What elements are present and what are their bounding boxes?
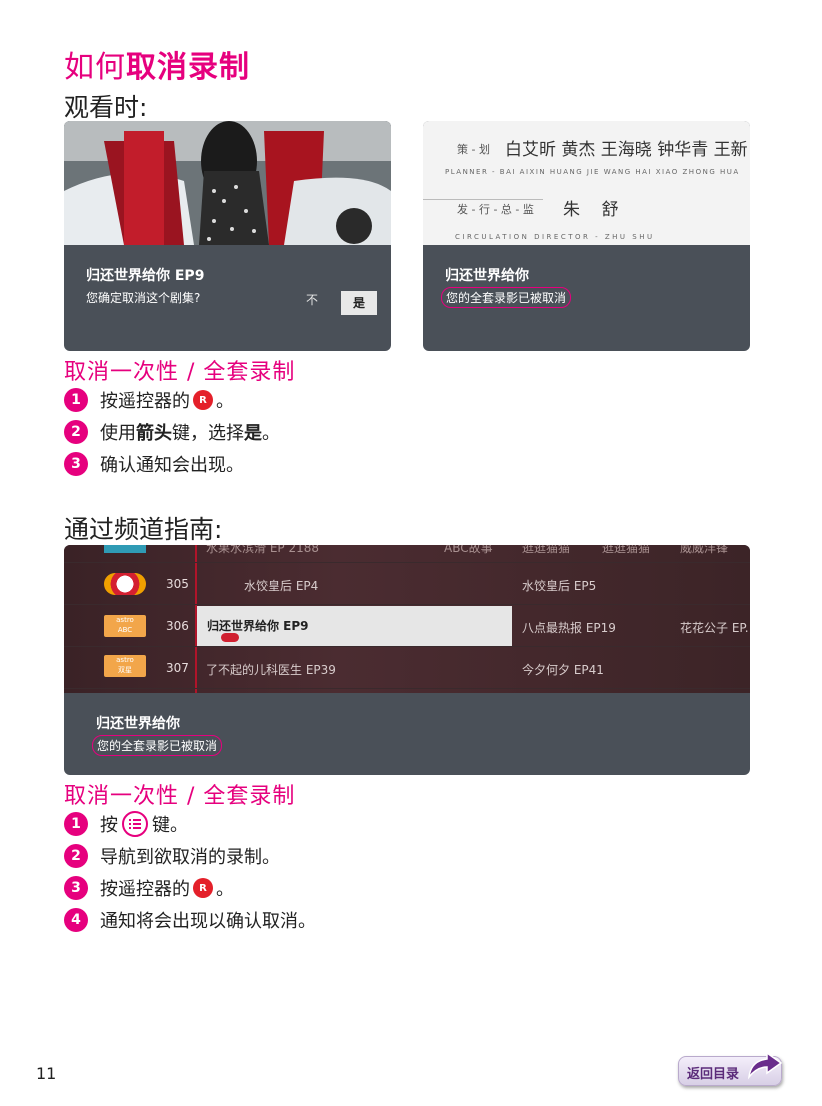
step-text-end: 。 [216, 879, 234, 900]
step-text-bold: 是 [244, 423, 262, 444]
program[interactable]: 水饺皇后 EP5 [522, 577, 596, 594]
guide-row[interactable]: astro ABC 306 归还世界给你 EP9 八点最热报 EP19 花花公子… [64, 605, 750, 647]
program[interactable]: 八点最热报 EP19 [522, 619, 616, 636]
channel-number: 307 [166, 661, 189, 675]
video-frame-image [64, 121, 391, 245]
section1-subheading: 取消一次性 / 全套录制 [64, 360, 296, 385]
step-text-bold: 箭头 [136, 423, 172, 444]
guide-row[interactable]: astro 双星 307 了不起的儿科医生 EP39 今夕何夕 EP41 [64, 647, 750, 689]
screenshot-cancel-confirmation: 策 - 划 白艾昕 黄杰 王海晓 钟华青 王新 PLANNER - BAI AI… [423, 121, 750, 351]
program: 水果水滨滑 EP 2188 [206, 545, 319, 555]
step-text: 按遥控器的 [100, 391, 190, 412]
selected-program-title: 归还世界给你 EP9 [207, 619, 309, 633]
astro-abc-logo: astro ABC [104, 615, 146, 637]
back-to-contents-button[interactable]: 返回目录 [678, 1051, 783, 1086]
section2-heading: 通过频道指南: [64, 515, 223, 544]
step-text: 按 [100, 815, 118, 836]
page-number: 11 [36, 1064, 57, 1083]
astro-shuangxing-logo: astro 双星 [104, 655, 146, 677]
guide-row-partial: 水果水滨滑 EP 2188 ABC故事 逛逛猫猫 逛逛猫猫 威威洋锋 [64, 545, 750, 563]
logo-bottom: ABC [117, 626, 133, 634]
program: 威威洋锋 [680, 545, 729, 555]
step-number: 4 [64, 908, 88, 932]
cancel-notification: 您的全套录影已被取消 [92, 735, 223, 756]
logo-bottom: 双星 [118, 666, 132, 674]
guide-row[interactable]: 305 水饺皇后 EP4 水饺皇后 EP5 [64, 563, 750, 605]
step-2: 2 使用 箭头 键，选择是。 [64, 416, 280, 448]
step-number: 1 [64, 812, 88, 836]
credit1-names: 白艾昕 黄杰 王海晓 钟华青 王新 [505, 140, 748, 160]
credit2-roman: CIRCULATION DIRECTOR - ZHU SHU [455, 233, 655, 241]
show-title: 归还世界给你 EP9 [86, 268, 205, 284]
credits-frame: 策 - 划 白艾昕 黄杰 王海晓 钟华青 王新 PLANNER - BAI AI… [423, 121, 750, 245]
logo-top: astro [116, 656, 134, 664]
credit1-label: 策 - 划 [457, 143, 490, 156]
yes-button[interactable]: 是 [341, 291, 377, 315]
show-title: 归还世界给你 [96, 716, 180, 732]
step-1: 1 按 键。 [64, 808, 316, 840]
step-1: 1 按遥控器的 R 。 [64, 384, 280, 416]
no-button[interactable]: 不 [300, 291, 324, 308]
title-bold: 取消录制 [126, 50, 250, 85]
program: 逛逛猫猫 [522, 545, 571, 555]
screenshot-cancel-dialog: 归还世界给你 EP9 您确定取消这个剧集? 不 是 [64, 121, 391, 351]
record-badge-icon [221, 633, 239, 642]
step-text: 按遥控器的 [100, 879, 190, 900]
program[interactable]: 花花公子 EP. [680, 619, 749, 636]
program: ABC故事 [444, 545, 493, 555]
program: 逛逛猫猫 [602, 545, 651, 555]
guide-grid: 水果水滨滑 EP 2188 ABC故事 逛逛猫猫 逛逛猫猫 威威洋锋 305 水… [64, 545, 750, 693]
step-3: 3 按遥控器的 R 。 [64, 872, 316, 904]
cancel-question: 您确定取消这个剧集? [86, 291, 201, 305]
step-number: 2 [64, 844, 88, 868]
program[interactable]: 了不起的儿科医生 EP39 [206, 661, 336, 678]
section1-heading: 观看时: [64, 93, 148, 122]
record-button-icon: R [193, 390, 213, 410]
screenshot-channel-guide: 水果水滨滑 EP 2188 ABC故事 逛逛猫猫 逛逛猫猫 威威洋锋 305 水… [64, 545, 750, 775]
step-text: 键，选择 [172, 423, 244, 444]
section2-steps: 1 按 键。 2 导航到欲取消的录制。 3 按遥控器的 R 。 4 通知将会出现… [64, 808, 316, 936]
step-2: 2 导航到欲取消的录制。 [64, 840, 316, 872]
logo-top: astro [116, 616, 134, 624]
page-title: 如何取消录制 [64, 42, 250, 86]
program[interactable]: 今夕何夕 EP41 [522, 661, 604, 678]
selected-program-cell[interactable]: 归还世界给你 EP9 [197, 606, 512, 646]
step-number: 1 [64, 388, 88, 412]
menu-button-icon [122, 811, 148, 837]
credit1-roman: PLANNER - BAI AIXIN HUANG JIE WANG HAI X… [445, 168, 740, 176]
back-to-contents-label: 返回目录 [687, 1067, 740, 1082]
section2-subheading: 取消一次性 / 全套录制 [64, 784, 296, 809]
step-text-end: 。 [262, 423, 280, 444]
channel-number: 305 [166, 577, 189, 591]
section1-steps: 1 按遥控器的 R 。 2 使用 箭头 键，选择是。 3 确认通知会出现。 [64, 384, 280, 480]
cancel-notification: 您的全套录影已被取消 [441, 287, 572, 308]
step-text-end: 。 [216, 391, 234, 412]
credit2-label: 发 - 行 - 总 - 监 [457, 203, 534, 216]
credit2-names: 朱 舒 [563, 200, 619, 220]
step-number: 2 [64, 420, 88, 444]
channel-logo [104, 545, 146, 553]
channel-number: 306 [166, 619, 189, 633]
step-text-end: 键。 [152, 815, 188, 836]
divider [423, 199, 543, 200]
step-3: 3 确认通知会出现。 [64, 448, 280, 480]
step-text: 确认通知会出现。 [100, 455, 244, 476]
record-button-icon: R [193, 878, 213, 898]
program[interactable]: 水饺皇后 EP4 [244, 577, 318, 594]
step-number: 3 [64, 452, 88, 476]
return-arrow-icon [747, 1051, 783, 1080]
show-title: 归还世界给你 [445, 268, 529, 284]
step-text: 通知将会出现以确认取消。 [100, 911, 316, 932]
title-regular: 如何 [64, 50, 126, 85]
tvb-logo [104, 573, 146, 595]
step-4: 4 通知将会出现以确认取消。 [64, 904, 316, 936]
step-number: 3 [64, 876, 88, 900]
step-text: 使用 [100, 423, 136, 444]
step-text: 导航到欲取消的录制。 [100, 847, 280, 868]
